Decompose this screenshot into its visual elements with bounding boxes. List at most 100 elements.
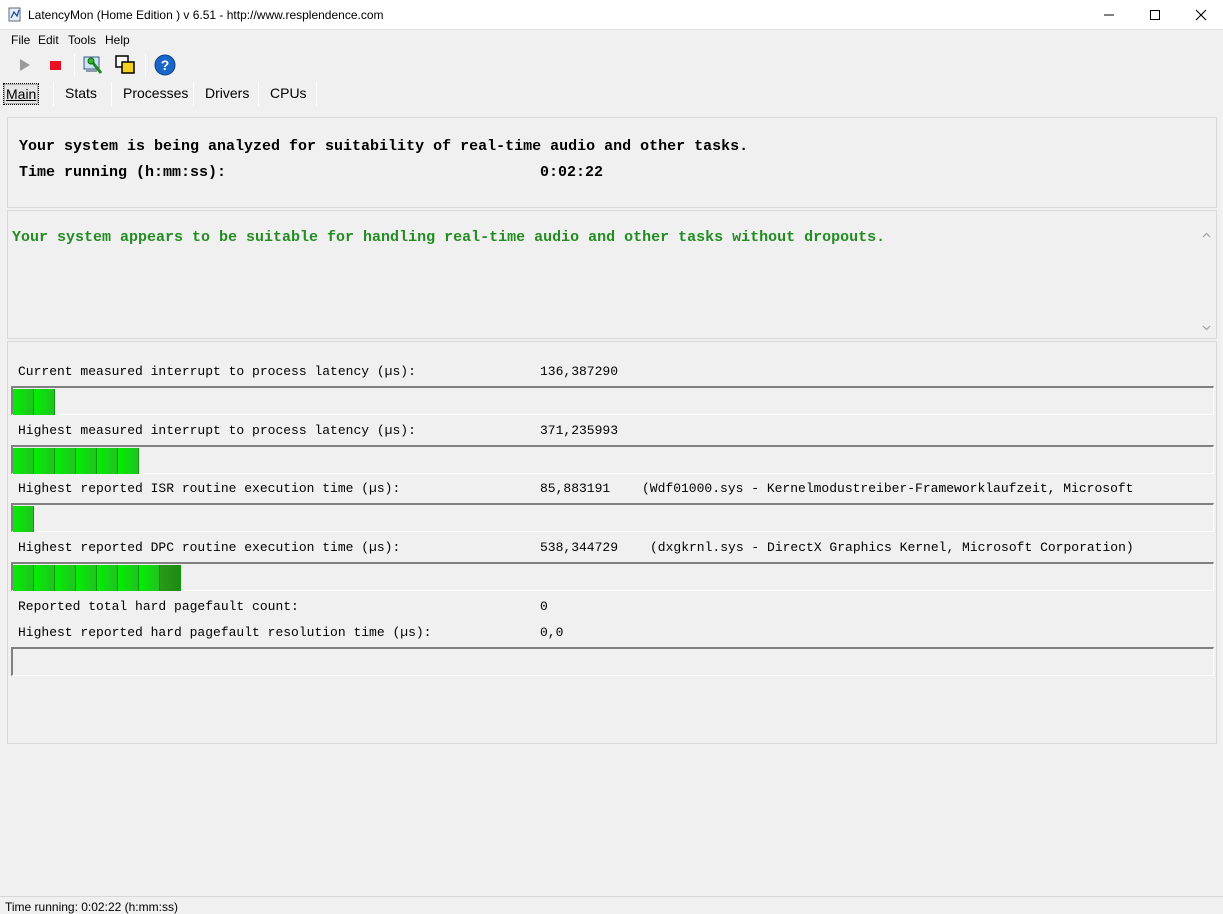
title-bar: LatencyMon (Home Edition ) v 6.51 - http… (0, 0, 1223, 30)
conclusion-text: Your system appears to be suitable for h… (12, 229, 886, 246)
isr-time-label: Highest reported ISR routine execution t… (18, 481, 401, 496)
dpc-time-label: Highest reported DPC routine execution t… (18, 540, 401, 555)
menu-edit[interactable]: Edit (38, 33, 59, 47)
tab-stats[interactable]: Stats (63, 83, 99, 105)
highest-latency-bar (11, 445, 1214, 474)
bar-segment (76, 565, 97, 591)
bar-segment (118, 565, 139, 591)
current-latency-value: 136,387290 (540, 364, 619, 379)
conclusion-panel: Your system appears to be suitable for h… (7, 210, 1217, 339)
window-title: LatencyMon (Home Edition ) v 6.51 - http… (28, 8, 384, 22)
toolbar-separator (145, 54, 146, 76)
chevron-down-icon (1202, 325, 1211, 331)
bar-segment (76, 448, 97, 474)
windows-icon (115, 55, 135, 74)
play-icon (20, 59, 30, 71)
tab-main[interactable]: Main (3, 83, 40, 105)
tab-main-label: Main (6, 86, 37, 102)
metrics-panel: Current measured interrupt to process la… (7, 341, 1217, 744)
stop-button[interactable] (44, 53, 68, 77)
dpc-time-bar-fill (13, 565, 181, 591)
tab-separator (111, 82, 112, 106)
tab-processes[interactable]: Processes (121, 83, 190, 105)
bar-segment (34, 565, 55, 591)
chevron-up-icon (1202, 232, 1211, 238)
tab-cpus[interactable]: CPUs (268, 83, 309, 105)
pagefault-time-value: 0,0 (540, 625, 564, 640)
bar-segment (34, 389, 55, 415)
isr-time-bar (11, 503, 1214, 532)
current-latency-label: Current measured interrupt to process la… (18, 364, 416, 379)
tab-processes-label: Processes (123, 85, 189, 101)
windows-button[interactable] (113, 53, 137, 77)
pagefault-count-value: 0 (540, 599, 548, 614)
isr-time-bar-fill (13, 506, 34, 532)
analysis-text: Your system is being analyzed for suitab… (19, 138, 749, 155)
app-icon (8, 7, 21, 22)
menu-file[interactable]: File (11, 33, 30, 47)
time-running-value: 0:02:22 (540, 164, 604, 181)
menu-edit-label: Edit (38, 33, 59, 47)
conclusion-scrollbar[interactable] (1199, 229, 1214, 337)
tab-bar: Main Stats Processes Drivers CPUs (0, 80, 1223, 106)
status-text: Time running: 0:02:22 (h:mm:ss) (5, 900, 178, 914)
bar-segment (13, 389, 34, 415)
time-running-label: Time running (h:mm:ss): (19, 164, 227, 181)
scroll-down-button[interactable] (1199, 322, 1214, 337)
tab-separator (193, 82, 194, 106)
scroll-up-button[interactable] (1199, 229, 1214, 244)
minimize-button[interactable] (1086, 0, 1132, 30)
bar-segment (160, 565, 181, 591)
bar-segment (97, 565, 118, 591)
isr-time-value: 85,883191 (540, 481, 611, 496)
current-latency-bar (11, 386, 1214, 415)
maximize-button[interactable] (1132, 0, 1178, 30)
menu-help[interactable]: Help (105, 33, 130, 47)
maximize-icon (1150, 10, 1160, 20)
bar-segment (55, 448, 76, 474)
highest-latency-label: Highest measured interrupt to process la… (18, 423, 416, 438)
status-bar: Time running: 0:02:22 (h:mm:ss) (0, 896, 1223, 914)
menu-bar: File Edit Tools Help (0, 31, 1223, 49)
menu-tools-label: Tools (68, 33, 97, 47)
dpc-driver-info: (dxgkrnl.sys - DirectX Graphics Kernel, … (650, 540, 1134, 555)
toolbar: ? (0, 51, 1223, 79)
help-icon: ? (154, 54, 176, 76)
highest-latency-bar-fill (13, 448, 139, 474)
toolbar-separator (74, 54, 75, 76)
help-button[interactable]: ? (153, 53, 177, 77)
bar-segment (13, 448, 34, 474)
close-button[interactable] (1178, 0, 1223, 30)
tab-separator (258, 82, 259, 106)
bar-segment (55, 565, 76, 591)
tab-cpus-label: CPUs (270, 85, 307, 101)
current-latency-bar-fill (13, 389, 55, 415)
tab-drivers-label: Drivers (205, 85, 250, 101)
menu-file-label: File (11, 33, 31, 47)
tab-stats-label: Stats (65, 85, 97, 101)
bar-segment (13, 565, 34, 591)
isr-driver-info: (Wdf01000.sys - Kernelmodustreiber-Frame… (642, 481, 1134, 496)
close-icon (1195, 9, 1207, 21)
bar-segment (34, 448, 55, 474)
svg-text:?: ? (161, 57, 170, 73)
pagefault-time-label: Highest reported hard pagefault resoluti… (18, 625, 432, 640)
analysis-panel: Your system is being analyzed for suitab… (7, 117, 1217, 208)
tab-separator (53, 82, 54, 106)
minimize-icon (1104, 14, 1114, 16)
menu-help-label: Help (105, 33, 130, 47)
dpc-time-bar (11, 562, 1214, 591)
tab-drivers[interactable]: Drivers (203, 83, 251, 105)
pagefault-time-bar (11, 647, 1214, 676)
dpc-time-value: 538,344729 (540, 540, 619, 555)
bar-segment (13, 506, 34, 532)
pagefault-count-label: Reported total hard pagefault count: (18, 599, 299, 614)
bar-segment (118, 448, 139, 474)
tab-separator (316, 82, 317, 106)
bar-segment (97, 448, 118, 474)
analyze-icon (83, 56, 103, 74)
menu-tools[interactable]: Tools (68, 33, 96, 47)
start-button[interactable] (13, 53, 37, 77)
analyze-button[interactable] (81, 53, 105, 77)
bar-segment (139, 565, 160, 591)
